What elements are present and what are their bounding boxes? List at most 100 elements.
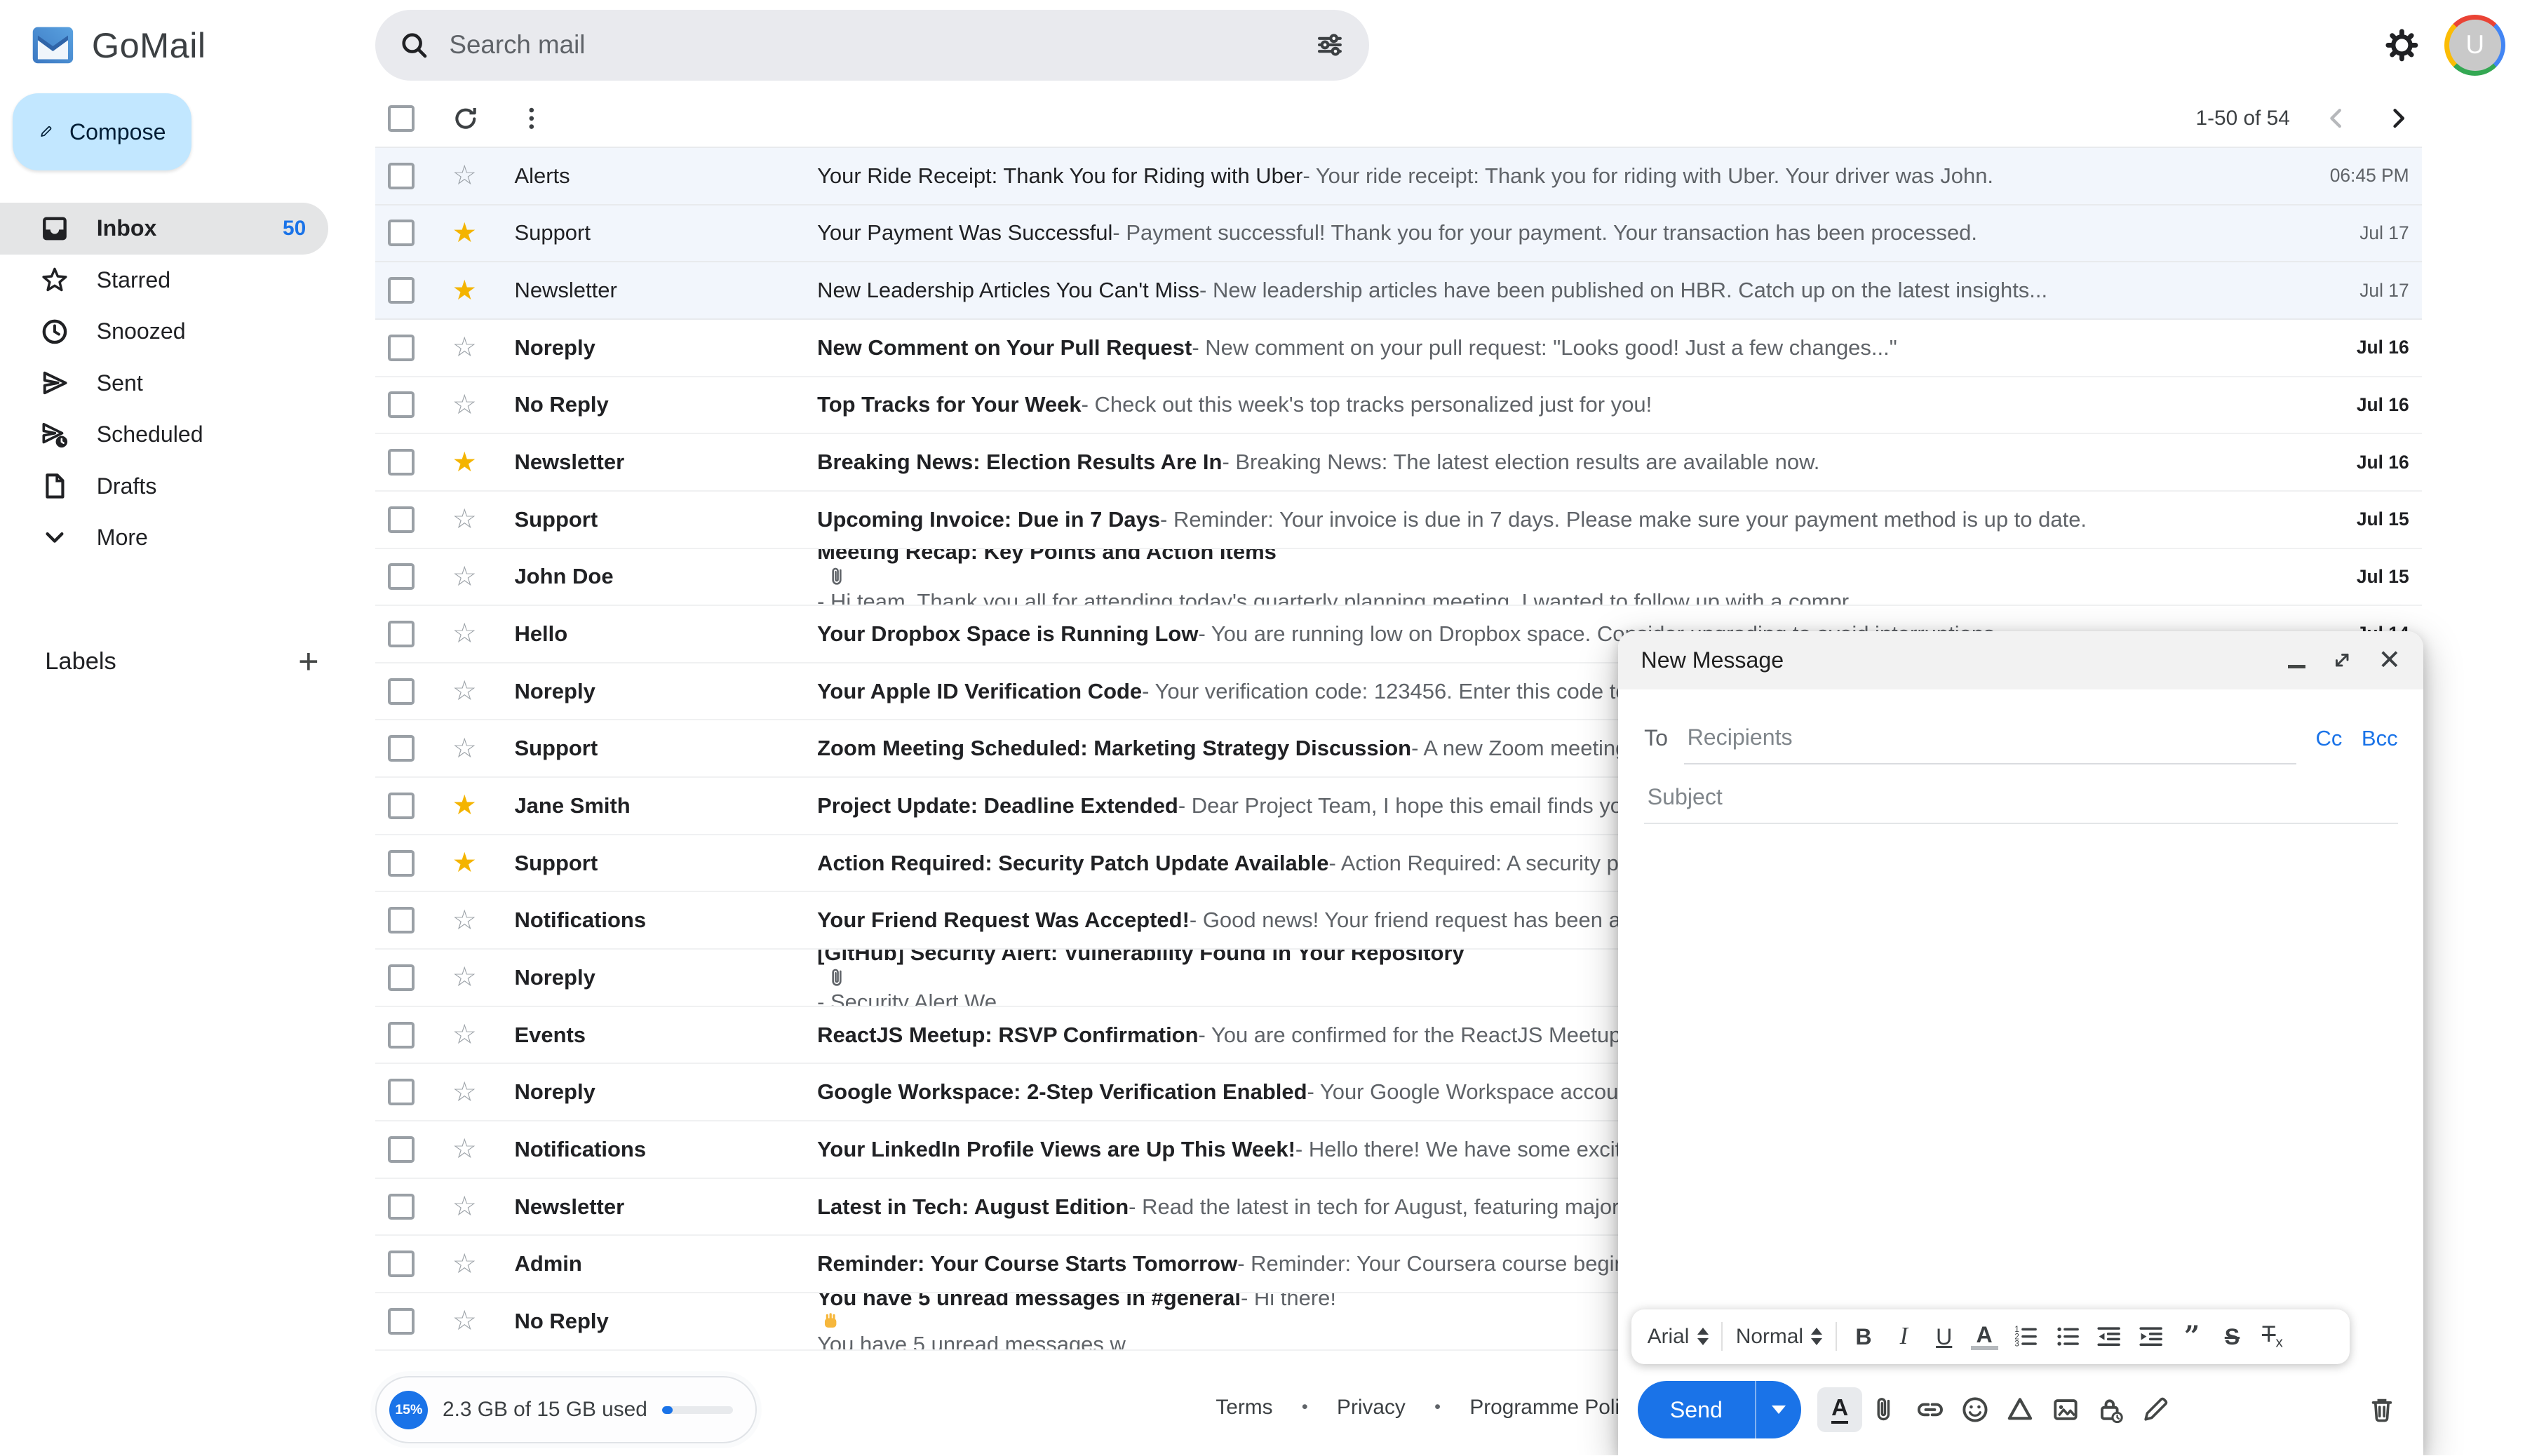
star-icon[interactable]: ☆ [450, 1135, 479, 1163]
email-checkbox[interactable] [388, 678, 415, 705]
star-icon[interactable]: ☆ [450, 907, 479, 934]
email-checkbox[interactable] [388, 964, 415, 991]
star-icon[interactable]: ☆ [450, 162, 479, 189]
star-icon[interactable]: ☆ [450, 1307, 479, 1335]
star-icon[interactable]: ☆ [450, 1021, 479, 1049]
compose-body[interactable] [1618, 828, 2423, 1364]
cc-link[interactable]: Cc [2316, 726, 2343, 751]
email-row[interactable]: ☆ Support Upcoming Invoice: Due in 7 Day… [375, 492, 2422, 549]
add-label-button[interactable]: + [292, 644, 325, 680]
star-icon[interactable]: ☆ [450, 964, 479, 991]
search-bar[interactable] [375, 10, 1369, 81]
next-page-icon[interactable] [2383, 104, 2412, 133]
bold-button[interactable]: B [1850, 1326, 1877, 1348]
email-checkbox[interactable] [388, 563, 415, 590]
font-family-select[interactable]: Arial [1648, 1325, 1709, 1349]
insert-signature-button[interactable] [2133, 1387, 2178, 1432]
email-checkbox[interactable] [388, 1194, 415, 1220]
sidebar-item-scheduled[interactable]: Scheduled [0, 409, 328, 460]
star-icon[interactable]: ★ [450, 792, 479, 819]
numbered-list-icon[interactable] [2011, 1322, 2040, 1351]
sidebar-item-sent[interactable]: Sent [0, 358, 328, 409]
email-row[interactable]: ★ Support Your Payment Was Successful- P… [375, 205, 2422, 263]
text-color-button[interactable]: A [1971, 1323, 1998, 1350]
email-row[interactable]: ☆ No Reply Top Tracks for Your Week- Che… [375, 377, 2422, 435]
star-icon[interactable]: ★ [450, 849, 479, 877]
star-icon[interactable]: ☆ [450, 506, 479, 533]
formatting-options-button[interactable]: A [1817, 1387, 1862, 1432]
indent-icon[interactable] [2136, 1322, 2165, 1351]
footer-link-terms[interactable]: Terms [1216, 1396, 1272, 1420]
email-row[interactable]: ★ Newsletter Breaking News: Election Res… [375, 434, 2422, 492]
star-icon[interactable]: ☆ [450, 563, 479, 591]
close-icon[interactable]: ✕ [2378, 647, 2401, 674]
subject-input[interactable] [1644, 771, 2397, 824]
bulleted-list-icon[interactable] [2053, 1322, 2082, 1351]
tune-filter-icon[interactable] [1314, 29, 1346, 61]
email-row[interactable]: ★ Newsletter New Leadership Articles You… [375, 262, 2422, 320]
sidebar-item-more[interactable]: More [0, 512, 328, 563]
confidential-mode-button[interactable] [2088, 1387, 2133, 1432]
remove-formatting-icon[interactable]: Tx [2258, 1323, 2286, 1350]
email-checkbox[interactable] [388, 449, 415, 476]
prev-page-icon[interactable] [2322, 104, 2351, 133]
star-icon[interactable]: ☆ [450, 678, 479, 705]
settings-gear-icon[interactable] [2383, 27, 2420, 64]
select-all-checkbox[interactable] [388, 105, 415, 132]
star-icon[interactable]: ☆ [450, 1079, 479, 1106]
sidebar-item-snoozed[interactable]: Snoozed [0, 306, 328, 357]
email-checkbox[interactable] [388, 163, 415, 189]
quote-icon[interactable]: ” [2179, 1323, 2206, 1350]
email-checkbox[interactable] [388, 506, 415, 533]
email-checkbox[interactable] [388, 907, 415, 933]
sidebar-item-inbox[interactable]: Inbox 50 [0, 203, 328, 254]
search-icon[interactable] [398, 29, 430, 61]
refresh-icon[interactable] [450, 103, 481, 134]
email-checkbox[interactable] [388, 335, 415, 361]
sidebar-item-starred[interactable]: Starred [0, 255, 328, 306]
star-icon[interactable]: ★ [450, 449, 479, 476]
email-checkbox[interactable] [388, 1308, 415, 1335]
insert-from-drive-button[interactable] [1998, 1387, 2042, 1432]
email-checkbox[interactable] [388, 735, 415, 762]
email-checkbox[interactable] [388, 793, 415, 819]
underline-button[interactable]: U [1930, 1326, 1958, 1348]
email-checkbox[interactable] [388, 391, 415, 418]
discard-draft-button[interactable] [2359, 1387, 2404, 1432]
email-checkbox[interactable] [388, 1251, 415, 1277]
star-icon[interactable]: ★ [450, 220, 479, 247]
bcc-link[interactable]: Bcc [2362, 726, 2398, 751]
more-options-icon[interactable] [516, 103, 547, 134]
footer-link-privacy[interactable]: Privacy [1337, 1396, 1406, 1420]
strikethrough-button[interactable]: S [2218, 1326, 2246, 1348]
email-checkbox[interactable] [388, 621, 415, 647]
search-input[interactable] [446, 29, 1314, 62]
email-checkbox[interactable] [388, 277, 415, 304]
attach-file-button[interactable] [1862, 1387, 1907, 1432]
fullscreen-icon[interactable] [2330, 648, 2354, 672]
email-row[interactable]: ☆ Alerts Your Ride Receipt: Thank You fo… [375, 148, 2422, 205]
paragraph-style-select[interactable]: Normal [1736, 1325, 1823, 1349]
email-row[interactable]: ☆ Noreply New Comment on Your Pull Reque… [375, 320, 2422, 377]
email-checkbox[interactable] [388, 1079, 415, 1105]
star-icon[interactable]: ★ [450, 277, 479, 304]
outdent-icon[interactable] [2094, 1322, 2123, 1351]
minimize-icon[interactable] [2288, 665, 2305, 668]
star-icon[interactable]: ☆ [450, 620, 479, 647]
star-icon[interactable]: ☆ [450, 391, 479, 419]
insert-link-button[interactable] [1908, 1387, 1953, 1432]
italic-button[interactable]: I [1890, 1324, 1918, 1348]
insert-photo-button[interactable] [2042, 1387, 2087, 1432]
email-checkbox[interactable] [388, 1022, 415, 1049]
email-checkbox[interactable] [388, 1136, 415, 1163]
star-icon[interactable]: ☆ [450, 334, 479, 361]
send-options-dropdown[interactable] [1755, 1381, 1801, 1439]
insert-emoji-button[interactable] [1953, 1387, 1998, 1432]
star-icon[interactable]: ☆ [450, 735, 479, 762]
email-checkbox[interactable] [388, 220, 415, 246]
email-row[interactable]: ☆ John Doe Meeting Recap: Key Points and… [375, 549, 2422, 607]
sidebar-item-drafts[interactable]: Drafts [0, 461, 328, 512]
recipients-input[interactable] [1684, 712, 2296, 764]
compose-button[interactable]: Compose [13, 93, 191, 170]
star-icon[interactable]: ☆ [450, 1251, 479, 1278]
